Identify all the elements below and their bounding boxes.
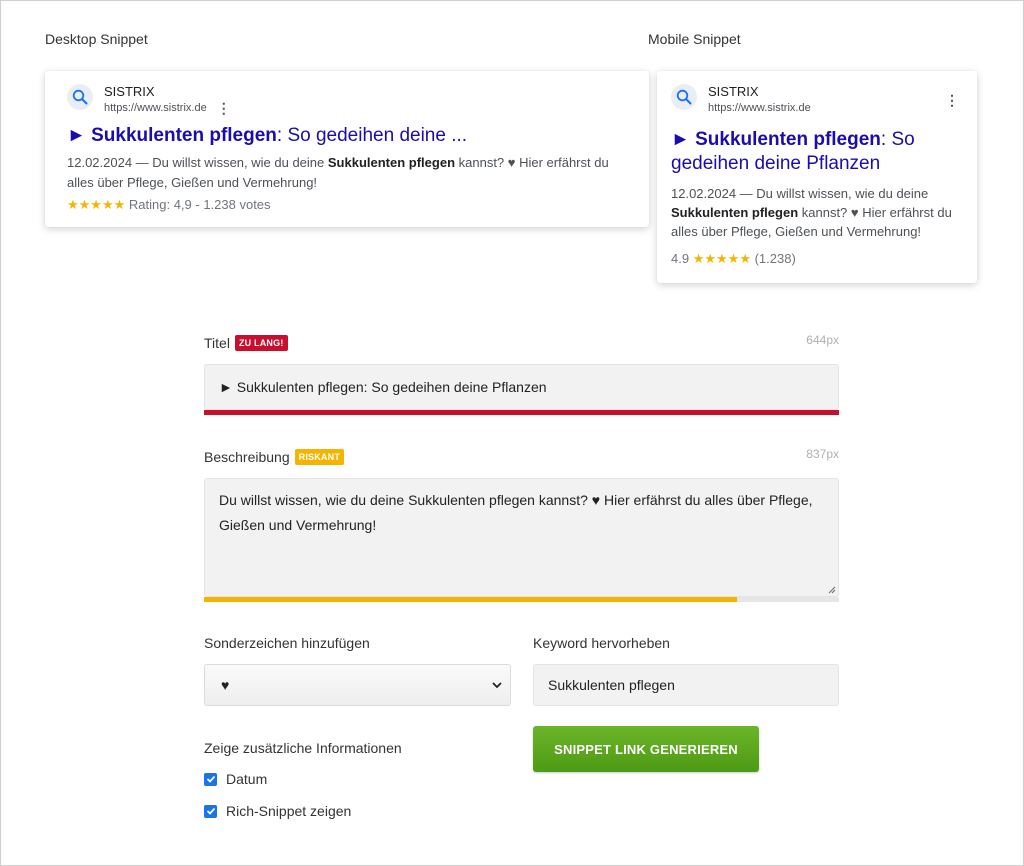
- more-options-icon[interactable]: ⋮: [217, 101, 231, 115]
- special-chars-select[interactable]: ♥: [204, 664, 511, 706]
- risky-badge: RISKANT: [294, 449, 345, 465]
- resize-handle-icon[interactable]: [828, 586, 836, 594]
- date-checkbox-label: Datum: [226, 771, 268, 787]
- mobile-snippet-description: 12.02.2024 — Du willst wissen, wie du de…: [671, 186, 952, 239]
- description-text: Du willst wissen, wie du deine Sukkulent…: [219, 492, 813, 533]
- rich-snippet-checkbox-row[interactable]: Rich-Snippet zeigen: [204, 803, 351, 819]
- rich-snippet-checkbox-label: Rich-Snippet zeigen: [226, 803, 352, 819]
- description-pixel-width: 837px: [806, 447, 839, 461]
- desktop-snippet-label: Desktop Snippet: [45, 31, 148, 47]
- page-frame: Desktop Snippet Mobile Snippet SISTRIX h…: [0, 0, 1024, 866]
- star-rating-icon: ★★★★★: [692, 251, 751, 266]
- title-pixel-width: 644px: [806, 333, 839, 347]
- description-length-bar: [204, 597, 839, 602]
- description-length-fill: [204, 597, 738, 602]
- extra-info-label: Zeige zusätzliche Informationen: [204, 740, 402, 756]
- title-length-fill: [204, 410, 839, 415]
- mobile-rating: 4.9 ★★★★★ (1.238): [671, 251, 796, 266]
- desktop-snippet-card: SISTRIX https://www.sistrix.de ⋮ ► Sukku…: [45, 71, 649, 227]
- checkmark-icon: [206, 775, 215, 783]
- star-rating-icon: ★★★★★: [67, 197, 126, 212]
- site-url: https://www.sistrix.de: [708, 102, 811, 114]
- desktop-snippet-description: 12.02.2024 — Du willst wissen, wie du de…: [67, 155, 609, 190]
- title-length-bar: [204, 410, 839, 415]
- keyword-label: Keyword hervorheben: [533, 635, 670, 651]
- search-icon: [67, 84, 93, 110]
- generate-snippet-link-button[interactable]: SNIPPET LINK GENERIEREN: [533, 726, 759, 772]
- special-chars-label: Sonderzeichen hinzufügen: [204, 635, 370, 651]
- date-checkbox[interactable]: [204, 772, 217, 786]
- special-chars-value: ♥: [221, 677, 230, 693]
- title-input[interactable]: ► Sukkulenten pflegen: So gedeihen deine…: [204, 364, 839, 410]
- desktop-rating: ★★★★★ Rating: 4,9 - 1.238 votes: [67, 197, 271, 212]
- too-long-badge: ZU LANG!: [234, 335, 288, 351]
- desktop-snippet-title[interactable]: ► Sukkulenten pflegen: So gedeihen deine…: [67, 125, 467, 147]
- mobile-snippet-label: Mobile Snippet: [648, 31, 741, 47]
- mobile-snippet-title[interactable]: ► Sukkulenten pflegen: So gedeihen deine…: [671, 128, 961, 176]
- chevron-down-icon: [492, 682, 502, 689]
- site-name: SISTRIX: [104, 84, 155, 99]
- rich-snippet-checkbox[interactable]: [204, 804, 217, 818]
- date-checkbox-row[interactable]: Datum: [204, 771, 267, 787]
- site-url: https://www.sistrix.de: [104, 102, 207, 114]
- site-name: SISTRIX: [708, 84, 759, 99]
- description-textarea[interactable]: Du willst wissen, wie du deine Sukkulent…: [204, 478, 839, 597]
- search-icon: [671, 84, 697, 110]
- keyword-input[interactable]: Sukkulenten pflegen: [533, 664, 839, 706]
- more-options-icon[interactable]: ⋮: [945, 93, 959, 107]
- checkmark-icon: [206, 807, 215, 815]
- mobile-snippet-card: SISTRIX https://www.sistrix.de ⋮ ► Sukku…: [657, 71, 977, 283]
- description-field-label: Beschreibung RISKANT: [204, 449, 345, 465]
- title-field-label: Titel ZU LANG!: [204, 335, 288, 351]
